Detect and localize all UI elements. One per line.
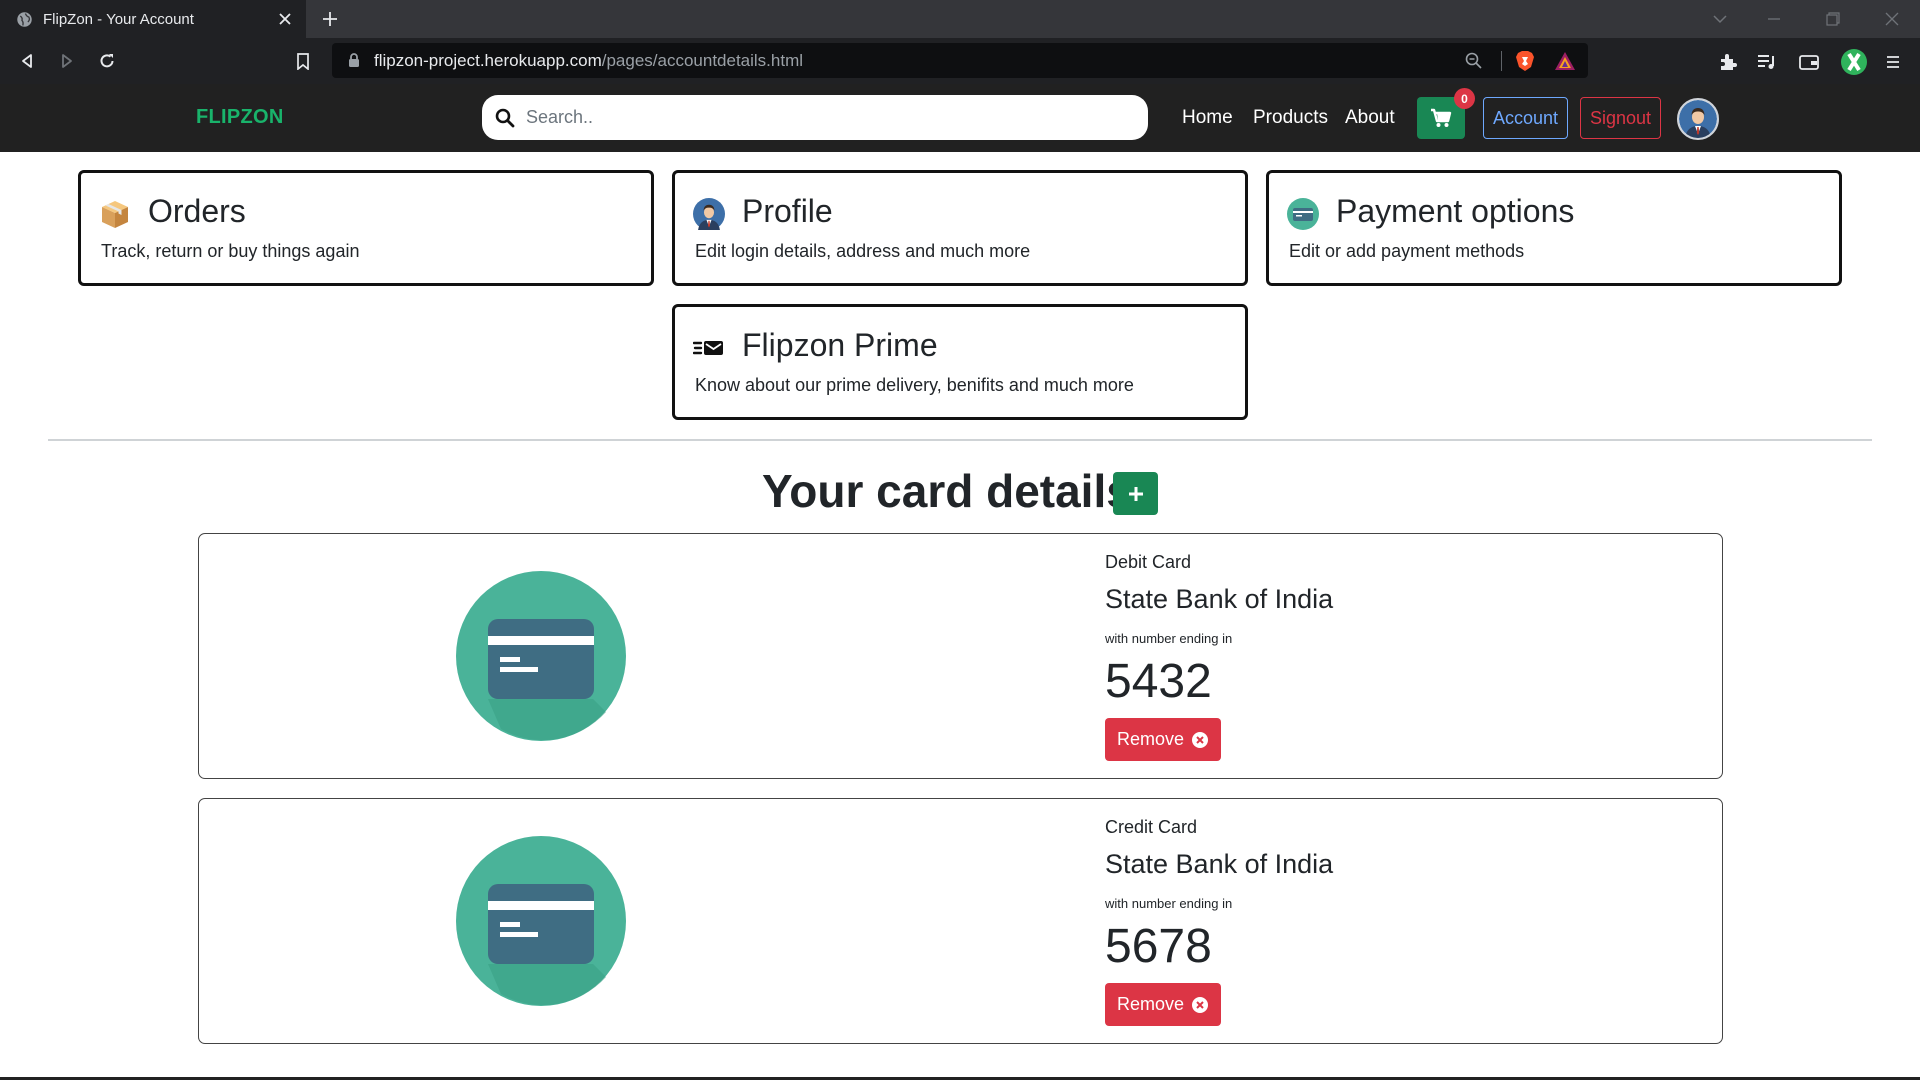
url-text: flipzon-project.herokuapp.com/pages/acco…: [374, 51, 803, 71]
remove-label: Remove: [1116, 729, 1185, 749]
signout-button[interactable]: Signout: [1580, 97, 1661, 139]
orders-title: Orders: [148, 193, 246, 229]
address-bar[interactable]: flipzon-project.herokuapp.com/pages/acco…: [332, 43, 1588, 78]
brave-shield-icon[interactable]: [1510, 43, 1540, 78]
nav-link-products[interactable]: Products: [1253, 107, 1328, 129]
payment-card-icon: [1287, 198, 1319, 230]
card-number-note: with number ending in: [1105, 896, 1233, 911]
payment-options-card[interactable]: Payment options Edit or add payment meth…: [1266, 170, 1842, 286]
remove-card-button[interactable]: Remove: [1105, 983, 1221, 1026]
browser-tab-strip: FlipZon - Your Account: [0, 0, 1920, 38]
brave-rewards-icon[interactable]: [1550, 43, 1580, 78]
flipzon-prime-description: Know about our prime delivery, benifits …: [695, 375, 1134, 395]
tab-close-icon[interactable]: [274, 8, 296, 30]
payment-options-description: Edit or add payment methods: [1289, 241, 1525, 261]
search-icon: [494, 107, 516, 129]
orders-card[interactable]: Orders Track, return or buy things again: [78, 170, 654, 286]
fast-mail-icon: [693, 332, 725, 364]
url-host: flipzon-project.herokuapp.com: [374, 50, 602, 70]
url-path: /pages/accountdetails.html: [601, 50, 804, 70]
nav-link-about[interactable]: About: [1345, 107, 1395, 129]
flipzon-prime-card[interactable]: Flipzon Prime Know about our prime deliv…: [672, 304, 1248, 420]
x-circle-icon: [1192, 996, 1209, 1013]
saved-card-debit: Debit Card State Bank of India with numb…: [198, 533, 1723, 779]
profile-card[interactable]: Profile Edit login details, address and …: [672, 170, 1248, 286]
card-type: Debit Card: [1105, 552, 1192, 572]
cart-count-badge: 0: [1454, 88, 1475, 109]
forward-icon[interactable]: [56, 50, 78, 72]
lock-icon: [346, 53, 362, 69]
reload-icon[interactable]: [96, 50, 118, 72]
profile-extension-icon[interactable]: [1839, 47, 1869, 77]
media-queue-icon[interactable]: [1755, 50, 1779, 74]
section-divider: [48, 439, 1872, 441]
remove-label: Remove: [1116, 994, 1185, 1014]
card-last4: 5432: [1105, 655, 1212, 708]
zoom-icon[interactable]: [1460, 43, 1486, 78]
account-button[interactable]: Account: [1483, 97, 1568, 139]
nav-link-home[interactable]: Home: [1182, 107, 1233, 129]
user-avatar-icon: [693, 198, 725, 230]
globe-icon: [17, 11, 32, 27]
browser-tab-active[interactable]: FlipZon - Your Account: [0, 0, 306, 38]
card-type: Credit Card: [1105, 817, 1198, 837]
browser-toolbar: flipzon-project.herokuapp.com/pages/acco…: [0, 38, 1920, 84]
card-last4: 5678: [1105, 920, 1212, 973]
card-number-note: with number ending in: [1105, 631, 1233, 646]
card-details-heading: Your card details: [762, 465, 1132, 517]
close-window-icon[interactable]: [1882, 9, 1902, 29]
restore-window-icon[interactable]: [1823, 9, 1843, 29]
add-card-button[interactable]: [1113, 472, 1158, 515]
search-box: [482, 95, 1148, 140]
flipzon-prime-title: Flipzon Prime: [742, 327, 938, 363]
credit-card-icon: [456, 571, 626, 741]
extensions-icon[interactable]: [1716, 50, 1740, 74]
bookmark-icon[interactable]: [292, 50, 314, 72]
back-icon[interactable]: [16, 50, 38, 72]
credit-card-icon: [456, 836, 626, 1006]
brand-logo[interactable]: FLIPZON: [196, 106, 284, 129]
site-navbar: FLIPZON Home Products About 0 Account Si…: [0, 84, 1920, 152]
remove-card-button[interactable]: Remove: [1105, 718, 1221, 761]
browser-tab-title: FlipZon - Your Account: [43, 10, 194, 28]
user-avatar[interactable]: [1677, 98, 1719, 140]
profile-title: Profile: [742, 193, 833, 229]
cart-icon: [1431, 108, 1452, 127]
new-tab-icon[interactable]: [318, 7, 342, 31]
browser-menu-icon[interactable]: [1881, 50, 1905, 74]
plus-icon: [1128, 486, 1143, 501]
payment-options-title: Payment options: [1336, 193, 1575, 229]
saved-card-credit: Credit Card State Bank of India with num…: [198, 798, 1723, 1044]
minimize-icon[interactable]: [1764, 9, 1784, 29]
tab-search-chevron-icon[interactable]: [1710, 9, 1730, 29]
orders-description: Track, return or buy things again: [101, 241, 360, 261]
x-circle-icon: [1192, 731, 1209, 748]
card-bank: State Bank of India: [1105, 584, 1334, 614]
package-icon: [99, 198, 131, 230]
search-input[interactable]: [524, 106, 1084, 129]
card-bank: State Bank of India: [1105, 849, 1334, 879]
profile-description: Edit login details, address and much mor…: [695, 241, 1031, 261]
wallet-icon[interactable]: [1797, 50, 1821, 74]
